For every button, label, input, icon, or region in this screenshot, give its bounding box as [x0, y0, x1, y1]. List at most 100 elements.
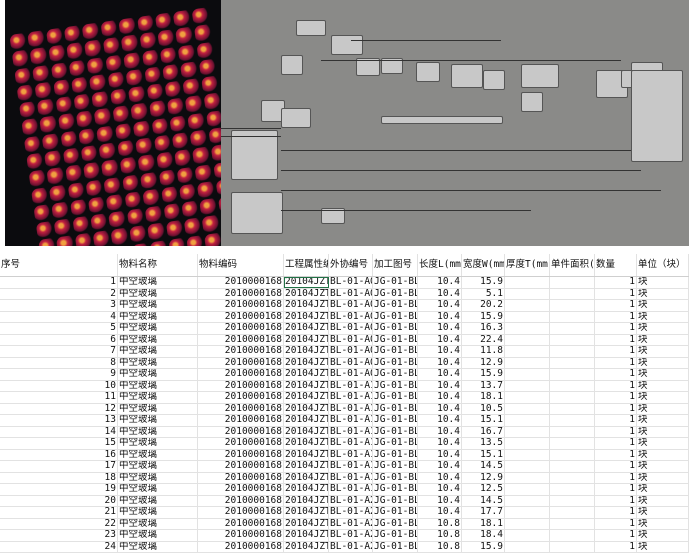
cell-col-unit-area[interactable] [550, 542, 595, 553]
cell-col-unit[interactable]: 块 [637, 323, 689, 334]
cell-col-index[interactable]: 15 [0, 438, 118, 449]
cell-col-length[interactable]: 10.8 [418, 530, 462, 541]
cell-col-outsource-no[interactable]: BL-01-A03 [329, 300, 373, 311]
cell-col-material-code[interactable]: 2010000168 [198, 484, 284, 495]
cell-col-project-attr[interactable]: 20104JZT [284, 346, 329, 357]
cell-col-project-attr[interactable]: 20104JZT [284, 404, 329, 415]
cell-col-drawing-no[interactable]: JG-01-BL- [373, 427, 418, 438]
cell-col-project-attr[interactable]: 20104JZT [284, 484, 329, 495]
grasshopper-node[interactable] [416, 62, 440, 82]
cell-col-drawing-no[interactable]: JG-01-BL- [373, 392, 418, 403]
cell-col-material-name[interactable]: 中空玻璃 [118, 358, 198, 369]
cell-col-project-attr[interactable]: 20104JZT [284, 300, 329, 311]
cell-col-unit-area[interactable] [550, 438, 595, 449]
cell-col-length[interactable]: 10.4 [418, 496, 462, 507]
cell-col-width[interactable]: 15.9 [462, 312, 505, 323]
cell-col-project-attr[interactable]: 20104JZT [284, 519, 329, 530]
cell-col-thickness[interactable] [505, 392, 550, 403]
cell-col-material-code[interactable]: 2010000168 [198, 542, 284, 553]
cell-col-material-code[interactable]: 2010000168 [198, 415, 284, 426]
cell-col-outsource-no[interactable]: BL-01-A21 [329, 507, 373, 518]
cell-col-material-code[interactable]: 2010000168 [198, 300, 284, 311]
cell-col-quantity[interactable]: 1 [595, 461, 637, 472]
cell-col-unit-area[interactable] [550, 335, 595, 346]
cell-col-unit-area[interactable] [550, 369, 595, 380]
cell-col-quantity[interactable]: 1 [595, 277, 637, 288]
cell-col-index[interactable]: 14 [0, 427, 118, 438]
cell-col-index[interactable]: 8 [0, 358, 118, 369]
cell-col-thickness[interactable] [505, 450, 550, 461]
cell-col-material-name[interactable]: 中空玻璃 [118, 415, 198, 426]
cell-col-index[interactable]: 16 [0, 450, 118, 461]
cell-col-outsource-no[interactable]: BL-01-A07 [329, 346, 373, 357]
cell-col-width[interactable]: 15.9 [462, 369, 505, 380]
cell-col-thickness[interactable] [505, 530, 550, 541]
cell-col-unit-area[interactable] [550, 404, 595, 415]
cell-col-unit[interactable]: 块 [637, 300, 689, 311]
header-col-unit-area[interactable]: 单件面积( [550, 254, 595, 276]
cell-col-drawing-no[interactable]: JG-01-BL- [373, 346, 418, 357]
cell-col-unit[interactable]: 块 [637, 496, 689, 507]
cell-col-project-attr[interactable]: 20104JZT [284, 289, 329, 300]
cell-col-material-name[interactable]: 中空玻璃 [118, 346, 198, 357]
cell-col-unit[interactable]: 块 [637, 461, 689, 472]
cell-col-quantity[interactable]: 1 [595, 542, 637, 553]
cell-col-length[interactable]: 10.4 [418, 381, 462, 392]
cell-col-thickness[interactable] [505, 289, 550, 300]
cell-col-project-attr[interactable]: 20104JZT [284, 427, 329, 438]
cell-col-drawing-no[interactable]: JG-01-BL- [373, 507, 418, 518]
cell-col-unit-area[interactable] [550, 484, 595, 495]
cell-col-outsource-no[interactable]: BL-01-A04 [329, 312, 373, 323]
cell-col-material-code[interactable]: 2010000168 [198, 312, 284, 323]
cell-col-index[interactable]: 3 [0, 300, 118, 311]
cell-col-material-name[interactable]: 中空玻璃 [118, 335, 198, 346]
cell-col-material-code[interactable]: 2010000168 [198, 473, 284, 484]
cell-col-material-code[interactable]: 2010000168 [198, 381, 284, 392]
cell-col-quantity[interactable]: 1 [595, 312, 637, 323]
cell-col-outsource-no[interactable]: BL-01-A10 [329, 381, 373, 392]
cell-col-material-code[interactable]: 2010000168 [198, 392, 284, 403]
cell-col-outsource-no[interactable]: BL-01-A22 [329, 519, 373, 530]
cell-col-thickness[interactable] [505, 300, 550, 311]
cell-col-drawing-no[interactable]: JG-01-BL- [373, 415, 418, 426]
cell-col-drawing-no[interactable]: JG-01-BL- [373, 312, 418, 323]
cell-col-thickness[interactable] [505, 323, 550, 334]
cell-col-outsource-no[interactable]: BL-01-A02 [329, 289, 373, 300]
cell-col-unit-area[interactable] [550, 415, 595, 426]
cell-col-thickness[interactable] [505, 519, 550, 530]
cell-col-quantity[interactable]: 1 [595, 323, 637, 334]
cell-col-project-attr[interactable]: 20104JZT [284, 358, 329, 369]
grasshopper-node[interactable] [451, 64, 483, 88]
cell-col-length[interactable]: 10.8 [418, 519, 462, 530]
header-col-index[interactable]: 序号 [0, 254, 118, 276]
cell-col-material-code[interactable]: 2010000168 [198, 289, 284, 300]
cell-col-drawing-no[interactable]: JG-01-BL- [373, 496, 418, 507]
cell-col-unit[interactable]: 块 [637, 519, 689, 530]
cell-col-material-name[interactable]: 中空玻璃 [118, 496, 198, 507]
cell-col-unit[interactable]: 块 [637, 289, 689, 300]
cell-col-length[interactable]: 10.4 [418, 289, 462, 300]
cell-col-unit[interactable]: 块 [637, 450, 689, 461]
cell-col-outsource-no[interactable]: BL-01-A13 [329, 415, 373, 426]
cell-col-thickness[interactable] [505, 415, 550, 426]
cell-col-material-code[interactable]: 2010000168 [198, 461, 284, 472]
cell-col-unit-area[interactable] [550, 381, 595, 392]
cell-col-unit-area[interactable] [550, 519, 595, 530]
cell-col-quantity[interactable]: 1 [595, 369, 637, 380]
cell-col-quantity[interactable]: 1 [595, 335, 637, 346]
cell-col-index[interactable]: 6 [0, 335, 118, 346]
cell-col-index[interactable]: 23 [0, 530, 118, 541]
cell-col-thickness[interactable] [505, 473, 550, 484]
grasshopper-canvas[interactable] [221, 0, 689, 246]
cell-col-width[interactable]: 16.3 [462, 323, 505, 334]
grasshopper-node[interactable] [296, 20, 326, 36]
cell-col-length[interactable]: 10.4 [418, 323, 462, 334]
cell-col-material-code[interactable]: 2010000168 [198, 530, 284, 541]
cell-col-quantity[interactable]: 1 [595, 530, 637, 541]
cell-col-quantity[interactable]: 1 [595, 392, 637, 403]
cell-col-width[interactable]: 12.5 [462, 484, 505, 495]
cell-col-quantity[interactable]: 1 [595, 450, 637, 461]
cell-col-project-attr[interactable]: 20104JZT [284, 438, 329, 449]
cell-col-project-attr[interactable]: 20104JZT [284, 473, 329, 484]
cell-col-length[interactable]: 10.4 [418, 300, 462, 311]
